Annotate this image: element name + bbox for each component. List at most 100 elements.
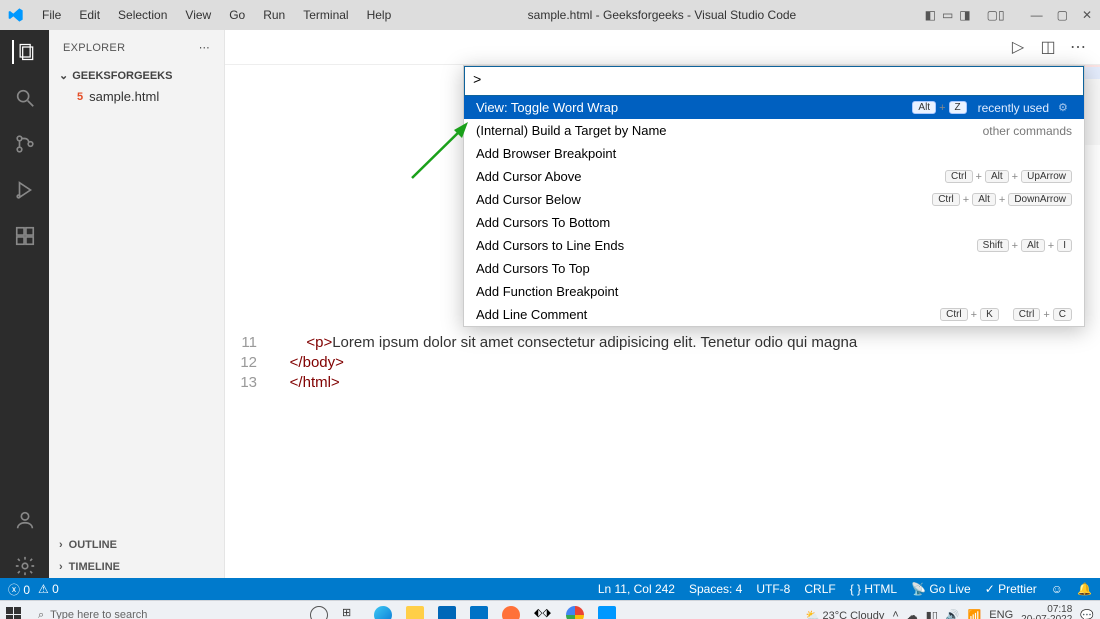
taskview-icon[interactable]: ⊞ [342, 606, 360, 619]
search-icon[interactable] [13, 86, 37, 110]
explorer-more-icon[interactable]: ⋯ [199, 41, 210, 54]
gear-icon[interactable]: ⚙ [1058, 101, 1072, 115]
file-sample-html[interactable]: 5 sample.html [49, 86, 224, 107]
split-editor-icon[interactable]: ◫ [1040, 39, 1056, 55]
onedrive-icon[interactable]: ☁ [907, 609, 918, 619]
weather-widget[interactable]: ⛅ 23°C Cloudy [806, 609, 885, 619]
notifications-icon[interactable]: 💬 [1080, 609, 1094, 619]
command-label: Add Line Comment [476, 307, 587, 322]
status-position[interactable]: Ln 11, Col 242 [598, 582, 675, 596]
command-label: Add Cursor Below [476, 192, 581, 207]
status-feedback-icon[interactable]: ☺ [1051, 582, 1063, 596]
run-debug-icon[interactable] [13, 178, 37, 202]
status-encoding[interactable]: UTF-8 [756, 582, 790, 596]
command-label: Add Cursors To Bottom [476, 215, 610, 230]
tray-chevron-icon[interactable]: ˄ [892, 609, 898, 619]
store-icon[interactable] [438, 606, 456, 619]
status-golive[interactable]: 📡 Go Live [911, 582, 971, 596]
search-icon: ⌕ [38, 609, 44, 619]
timeline-section[interactable]: ›TIMELINE [49, 556, 224, 578]
language-indicator[interactable]: ENG [989, 609, 1013, 619]
command-item[interactable]: Add Line CommentCtrl+KCtrl+C [464, 303, 1084, 326]
file-explorer-icon[interactable] [406, 606, 424, 619]
wifi-icon[interactable]: 📶 [968, 609, 982, 619]
command-label: View: Toggle Word Wrap [476, 100, 618, 115]
battery-icon[interactable]: ▮▯ [926, 609, 938, 619]
command-item[interactable]: Add Function Breakpoint [464, 280, 1084, 303]
status-bell-icon[interactable]: 🔔 [1077, 582, 1092, 596]
command-palette-input[interactable] [464, 66, 1084, 96]
command-item[interactable]: Add Cursor Above Ctrl+Alt+UpArrow [464, 165, 1084, 188]
status-errors[interactable]: ⓧ 0 [8, 581, 30, 598]
window-title: sample.html - Geeksforgeeks - Visual Stu… [399, 8, 924, 22]
toggle-panel-icon[interactable]: ▭ [942, 8, 953, 22]
firefox-icon[interactable] [502, 606, 520, 619]
layout-controls: ◧ ▭ ◨ ▢▯ [925, 8, 1005, 22]
toggle-secondary-icon[interactable]: ◨ [959, 8, 970, 22]
close-window-button[interactable]: ✕ [1082, 8, 1092, 22]
start-button[interactable] [6, 607, 22, 619]
command-item[interactable]: Add Browser Breakpoint [464, 142, 1084, 165]
status-language[interactable]: { } HTML [850, 582, 897, 596]
customize-layout-icon[interactable]: ▢▯ [987, 8, 1005, 22]
volume-icon[interactable]: 🔊 [946, 609, 960, 619]
folder-root[interactable]: ⌄ GEEKSFORGEEKS [49, 65, 224, 86]
menu-terminal[interactable]: Terminal [295, 4, 356, 26]
edge-icon[interactable] [374, 606, 392, 619]
line-number: 13 [225, 373, 273, 393]
mail-icon[interactable] [470, 606, 488, 619]
command-item[interactable]: Add Cursors To Bottom [464, 211, 1084, 234]
source-control-icon[interactable] [13, 132, 37, 156]
command-label: Add Function Breakpoint [476, 284, 618, 299]
menu-file[interactable]: File [34, 4, 69, 26]
editor-actions: ▷ ◫ ⋯ [225, 30, 1100, 65]
chrome-icon[interactable] [566, 606, 584, 619]
command-item[interactable]: (Internal) Build a Target by Nameother c… [464, 119, 1084, 142]
minimize-button[interactable]: — [1031, 8, 1043, 22]
more-actions-icon[interactable]: ⋯ [1070, 39, 1086, 55]
status-warnings[interactable]: ⚠ 0 [38, 582, 59, 596]
command-item[interactable]: Add Cursors to Line EndsShift+Alt+I [464, 234, 1084, 257]
accounts-icon[interactable] [13, 508, 37, 532]
status-eol[interactable]: CRLF [804, 582, 835, 596]
taskbar-search[interactable]: ⌕ Type here to search [30, 603, 220, 619]
command-label: Add Cursor Above [476, 169, 582, 184]
command-item[interactable]: View: Toggle Word WrapAlt+Zrecently used… [464, 96, 1084, 119]
cortana-icon[interactable] [310, 606, 328, 619]
toggle-sidebar-icon[interactable]: ◧ [925, 8, 936, 22]
settings-gear-icon[interactable] [13, 554, 37, 578]
prettier-label: Prettier [998, 582, 1037, 596]
command-keybinding: Ctrl+Alt+UpArrow [945, 170, 1072, 183]
vscode-taskbar-icon[interactable] [598, 606, 616, 619]
clock[interactable]: 07:18 20-07-2022 [1021, 605, 1072, 619]
line-content: <p>Lorem ipsum dolor sit amet consectetu… [273, 333, 857, 353]
activity-bar [0, 30, 49, 578]
menu-run[interactable]: Run [255, 4, 293, 26]
command-hint: other commands [983, 124, 1072, 138]
menu-edit[interactable]: Edit [71, 4, 108, 26]
run-icon[interactable]: ▷ [1010, 39, 1026, 55]
line-content: </body> [273, 353, 344, 373]
explorer-icon[interactable] [12, 40, 36, 64]
code-line[interactable]: 13 </html> [225, 373, 1100, 393]
status-spaces[interactable]: Spaces: 4 [689, 582, 742, 596]
menu-view[interactable]: View [177, 4, 219, 26]
command-item[interactable]: Add Cursors To Top [464, 257, 1084, 280]
dropbox-icon[interactable]: ⬖⬗ [534, 606, 552, 619]
clock-date: 20-07-2022 [1021, 615, 1072, 619]
code-line[interactable]: 12 </body> [225, 353, 1100, 373]
maximize-button[interactable]: ▢ [1057, 8, 1068, 22]
title-bar: File Edit Selection View Go Run Terminal… [0, 0, 1100, 30]
outline-section[interactable]: ›OUTLINE [49, 534, 224, 556]
extensions-icon[interactable] [13, 224, 37, 248]
explorer-panel: EXPLORER ⋯ ⌄ GEEKSFORGEEKS 5 sample.html… [49, 30, 225, 578]
folder-root-label: GEEKSFORGEEKS [72, 70, 172, 82]
menu-selection[interactable]: Selection [110, 4, 175, 26]
code-line[interactable]: 11 <p>Lorem ipsum dolor sit amet consect… [225, 333, 1100, 353]
menu-help[interactable]: Help [359, 4, 400, 26]
menu-go[interactable]: Go [221, 4, 253, 26]
error-count: 0 [23, 583, 30, 597]
command-item[interactable]: Add Cursor BelowCtrl+Alt+DownArrow [464, 188, 1084, 211]
timeline-label: TIMELINE [69, 561, 120, 573]
status-prettier[interactable]: ✓ Prettier [985, 582, 1037, 596]
